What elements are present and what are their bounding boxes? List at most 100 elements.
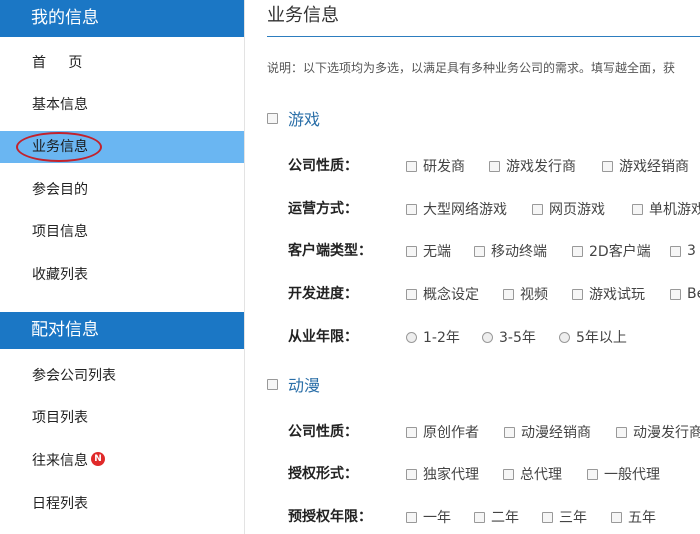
option-label: 3-5年 (499, 330, 536, 346)
checkbox[interactable] (406, 160, 417, 172)
option-checkbox[interactable]: 动漫经销商 (504, 422, 591, 442)
checkbox[interactable] (503, 288, 514, 300)
category-label: 游戏 (288, 110, 321, 129)
checkbox[interactable] (406, 203, 417, 215)
option-checkbox[interactable]: 游戏试玩 (572, 284, 645, 304)
option-checkbox[interactable]: 动漫发行商 (616, 422, 700, 442)
checkbox[interactable] (572, 288, 583, 300)
form-row-company-type: 公司性质： 原创作者 动漫经销商 动漫发行商 (245, 422, 700, 442)
option-label: 游戏经销商 (619, 159, 689, 175)
checkbox[interactable] (611, 511, 622, 523)
option-checkbox[interactable]: 一年 (406, 507, 451, 527)
option-label: 移动终端 (491, 244, 547, 260)
option-checkbox[interactable]: 原创作者 (406, 422, 479, 442)
option-label: 3 (687, 243, 696, 259)
checkbox[interactable] (406, 426, 417, 438)
checkbox[interactable] (474, 511, 485, 523)
option-radio[interactable]: 1-2年 (406, 327, 460, 347)
form-row-dev-progress: 开发进度： 概念设定 视频 游戏试玩 Be (245, 284, 700, 304)
checkbox[interactable] (489, 160, 500, 172)
sidebar-item-project-info[interactable]: 项目信息 (0, 216, 244, 248)
sidebar-item-label: 项目列表 (32, 410, 88, 426)
option-radio[interactable]: 3-5年 (482, 327, 536, 347)
checkbox[interactable] (406, 511, 417, 523)
category-checkbox[interactable] (267, 112, 278, 124)
option-checkbox[interactable]: 无端 (406, 241, 451, 261)
option-label: Be (687, 286, 700, 302)
sidebar-item-business-info[interactable]: 业务信息 (0, 131, 244, 163)
checkbox[interactable] (542, 511, 553, 523)
category-anime[interactable]: 动漫 (267, 374, 321, 395)
category-label: 动漫 (288, 376, 321, 395)
row-label: 从业年限： (288, 329, 358, 345)
option-checkbox[interactable]: 三年 (542, 507, 587, 527)
option-label: 一般代理 (604, 467, 660, 483)
option-checkbox[interactable]: 网页游戏 (532, 199, 605, 219)
checkbox[interactable] (532, 203, 543, 215)
checkbox[interactable] (503, 468, 514, 480)
checkbox[interactable] (474, 245, 485, 257)
option-label: 动漫发行商 (633, 425, 700, 441)
option-checkbox[interactable]: 研发商 (406, 156, 465, 176)
checkbox[interactable] (632, 203, 643, 215)
sidebar-item-home[interactable]: 首页 (0, 47, 244, 79)
option-checkbox[interactable]: 2D客户端 (572, 241, 651, 261)
sidebar-item-messages[interactable]: 往来信息 N (0, 445, 244, 477)
option-checkbox[interactable]: 游戏发行商 (489, 156, 576, 176)
option-checkbox[interactable]: 概念设定 (406, 284, 479, 304)
sidebar-item-project-list[interactable]: 项目列表 (0, 402, 244, 434)
radio[interactable] (559, 331, 570, 343)
sidebar-item-basic-info[interactable]: 基本信息 (0, 89, 244, 121)
sidebar-item-purpose[interactable]: 参会目的 (0, 174, 244, 206)
option-checkbox[interactable]: 游戏经销商 (602, 156, 689, 176)
option-label: 2D客户端 (589, 244, 651, 260)
checkbox[interactable] (406, 288, 417, 300)
option-checkbox[interactable]: 大型网络游戏 (406, 199, 507, 219)
option-label: 游戏发行商 (506, 159, 576, 175)
option-checkbox[interactable]: Be (670, 284, 700, 304)
category-game[interactable]: 游戏 (267, 108, 321, 129)
form-row-company-type: 公司性质： 研发商 游戏发行商 游戏经销商 (245, 156, 700, 176)
main-content: 业务信息 说明：以下选项均为多选，以满足具有多种业务公司的需求。填写越全面，获 … (245, 0, 700, 534)
checkbox[interactable] (616, 426, 627, 438)
sidebar-item-label: 首页 (32, 55, 105, 71)
option-checkbox[interactable]: 一般代理 (587, 464, 660, 484)
radio[interactable] (406, 331, 417, 343)
sidebar-item-label: 往来信息 (32, 453, 88, 469)
option-checkbox[interactable]: 视频 (503, 284, 548, 304)
option-checkbox[interactable]: 总代理 (503, 464, 562, 484)
row-label: 公司性质： (288, 424, 358, 440)
row-label: 开发进度： (288, 286, 358, 302)
option-checkbox[interactable]: 3 (670, 241, 696, 261)
checkbox[interactable] (602, 160, 613, 172)
row-label: 运营方式： (288, 201, 358, 217)
checkbox[interactable] (504, 426, 515, 438)
sidebar-item-company-list[interactable]: 参会公司列表 (0, 360, 244, 392)
option-label: 原创作者 (423, 425, 479, 441)
form-row-license-type: 授权形式： 独家代理 总代理 一般代理 (245, 464, 700, 484)
option-label: 一年 (423, 510, 451, 526)
option-checkbox[interactable]: 二年 (474, 507, 519, 527)
checkbox[interactable] (406, 245, 417, 257)
sidebar-item-schedule[interactable]: 日程列表 (0, 488, 244, 520)
option-radio[interactable]: 5年以上 (559, 327, 627, 347)
category-checkbox[interactable] (267, 378, 278, 390)
row-label: 预授权年限： (288, 509, 372, 525)
checkbox[interactable] (572, 245, 583, 257)
option-checkbox[interactable]: 独家代理 (406, 464, 479, 484)
form-row-license-years: 预授权年限： 一年 二年 三年 五年 (245, 507, 700, 527)
option-label: 视频 (520, 287, 548, 303)
sidebar-item-favorites[interactable]: 收藏列表 (0, 259, 244, 291)
radio[interactable] (482, 331, 493, 343)
sidebar-item-label: 收藏列表 (32, 267, 88, 283)
option-label: 三年 (559, 510, 587, 526)
checkbox[interactable] (670, 245, 681, 257)
checkbox[interactable] (406, 468, 417, 480)
option-checkbox[interactable]: 移动终端 (474, 241, 547, 261)
option-checkbox[interactable]: 五年 (611, 507, 656, 527)
option-label: 独家代理 (423, 467, 479, 483)
checkbox[interactable] (670, 288, 681, 300)
checkbox[interactable] (587, 468, 598, 480)
sidebar-item-label: 项目信息 (32, 224, 88, 240)
option-checkbox[interactable]: 单机游戏 (632, 199, 700, 219)
